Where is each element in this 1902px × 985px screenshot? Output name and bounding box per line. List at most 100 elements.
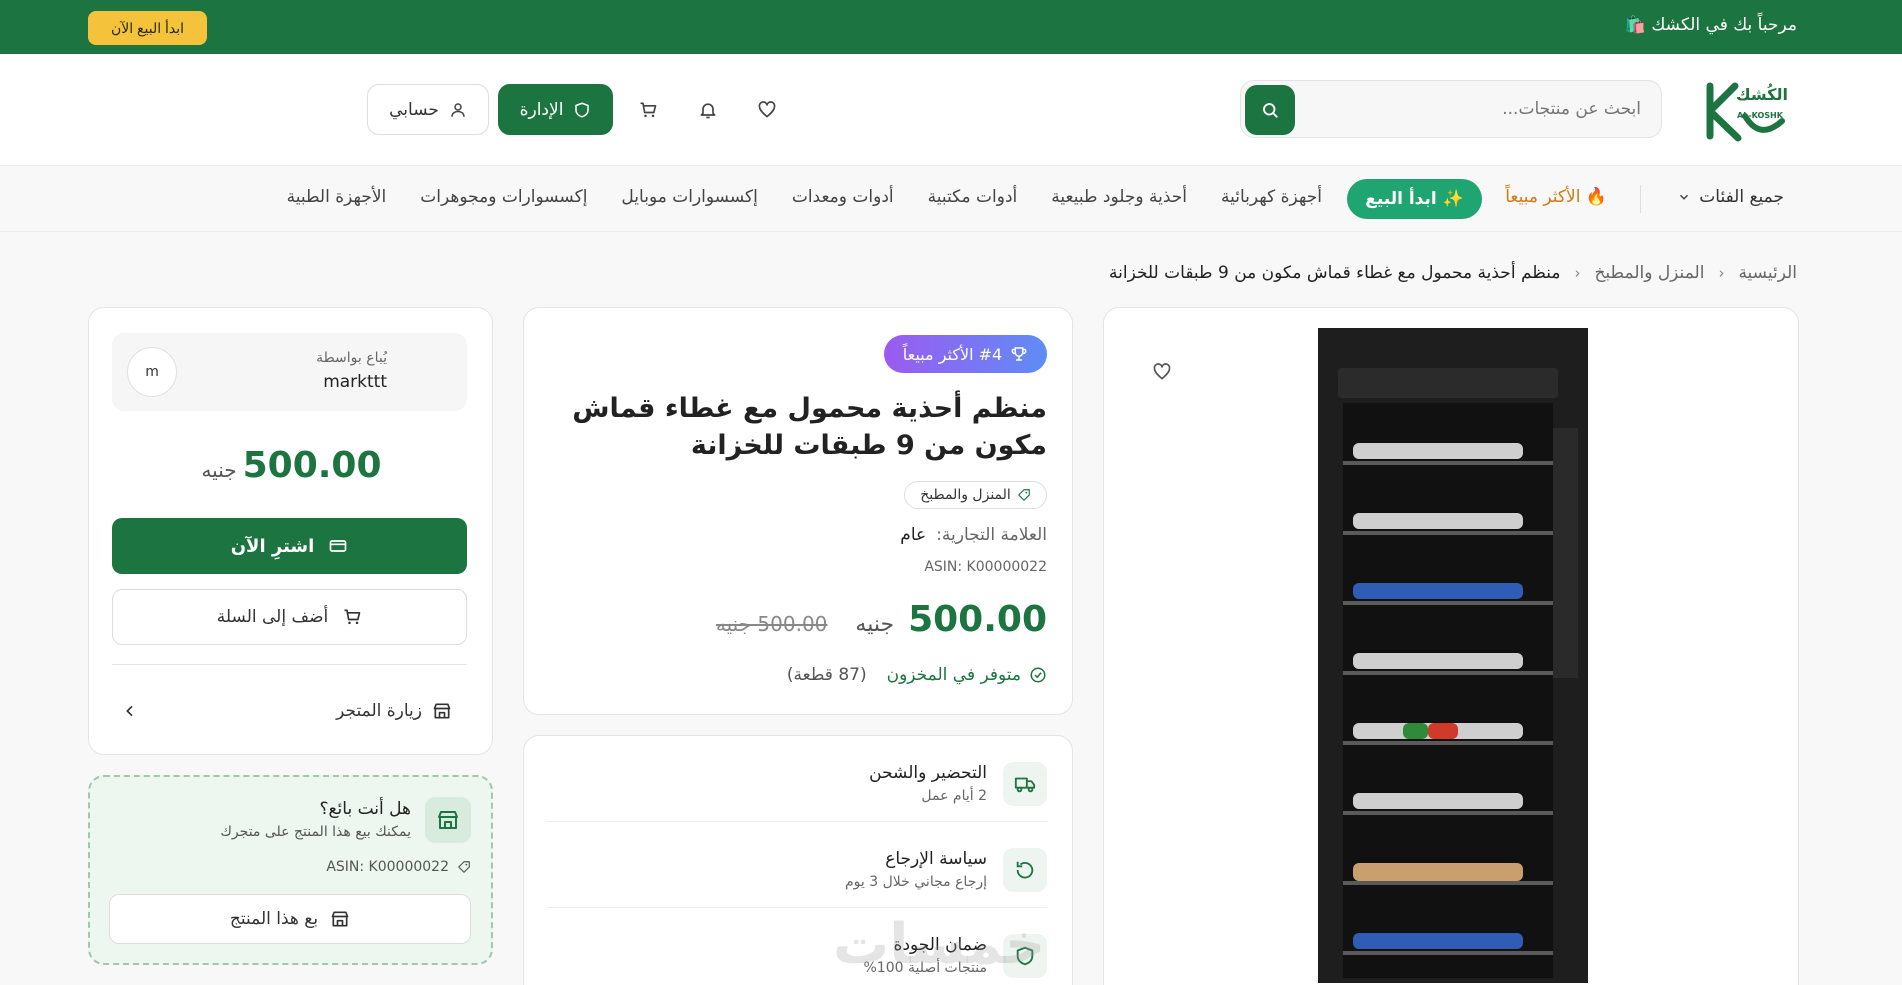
- seller-info: m يُباع بواسطة markttt: [112, 333, 467, 411]
- service-title: سياسة الإرجاع: [885, 849, 987, 869]
- heart-icon: [758, 101, 776, 118]
- buy-now-button[interactable]: اشترِ الآن: [112, 518, 467, 574]
- nav-divider: [1640, 185, 1641, 213]
- start-selling-button[interactable]: ابدأ البيع الآن: [88, 11, 207, 45]
- brand-row: العلامة التجارية: عام: [900, 525, 1047, 545]
- logo-icon: الكُشك AL-KOSHK: [1706, 82, 1788, 142]
- breadcrumb-home[interactable]: الرئيسية: [1738, 263, 1797, 283]
- favorite-button[interactable]: [1146, 356, 1178, 388]
- buybox-divider: [112, 664, 467, 665]
- account-button[interactable]: حسابي: [367, 84, 489, 135]
- best-sellers-link[interactable]: 🔥 الأكثر مبيعاً: [1505, 187, 1607, 207]
- category-link[interactable]: أجهزة كهربائية: [1221, 187, 1322, 207]
- tag-icon: [458, 861, 470, 873]
- stock-status: متوفر في المخزون: [886, 665, 1021, 685]
- service-subtitle: 2 أيام عمل: [921, 788, 987, 804]
- search-input[interactable]: [1311, 95, 1641, 123]
- truck-icon: [1003, 762, 1047, 806]
- category-link[interactable]: إكسسوارات ومجوهرات: [420, 187, 587, 207]
- category-nav: جميع الفئات 🔥 الأكثر مبيعاً ✨ ابدأ البيع…: [0, 166, 1902, 232]
- product-image-card: [1103, 307, 1799, 985]
- product-image[interactable]: [1308, 328, 1588, 985]
- product-title: منظم أحذية محمول مع غطاء قماش مكون من 9 …: [572, 393, 1047, 461]
- buybox-price: 500.00جنيه: [89, 445, 494, 486]
- all-categories-dropdown[interactable]: جميع الفئات: [1677, 187, 1784, 207]
- shield-icon: [575, 102, 590, 117]
- notifications-button[interactable]: [692, 94, 724, 126]
- add-to-cart-button[interactable]: أضف إلى السلة: [112, 589, 467, 645]
- stock-row: متوفر في المخزون (87 قطعة): [787, 665, 1047, 685]
- wishlist-button[interactable]: [751, 94, 783, 126]
- admin-button[interactable]: الإدارة: [498, 84, 613, 135]
- category-link[interactable]: أدوات ومعدات: [792, 187, 894, 207]
- current-price: 500.00: [908, 599, 1047, 640]
- chevron-left-icon: ‹: [1718, 264, 1725, 282]
- sell-this-product-button[interactable]: بع هذا المنتج: [109, 894, 471, 944]
- buybox-price-value: 500.00: [242, 445, 382, 486]
- add-to-cart-label: أضف إلى السلة: [216, 607, 329, 627]
- store-icon: [425, 797, 471, 843]
- visit-store-label: زيارة المتجر: [336, 701, 422, 721]
- watermark: خمسات: [833, 912, 1046, 977]
- seller-asin: ASIN: K00000022: [326, 859, 471, 875]
- category-links: أجهزة كهربائية أحذية وجلود طبيعية أدوات …: [287, 187, 1322, 207]
- category-link[interactable]: أدوات مكتبية: [928, 187, 1018, 207]
- tag-icon: [1017, 489, 1030, 501]
- product-info-card: #4 الأكثر مبيعاً منظم أحذية محمول مع غطا…: [523, 307, 1073, 715]
- category-tag[interactable]: المنزل والمطبخ: [904, 481, 1047, 509]
- logo-text-ar: الكُشك: [1736, 82, 1788, 104]
- all-categories-label: جميع الفئات: [1699, 187, 1784, 207]
- seller-name[interactable]: markttt: [323, 372, 387, 392]
- service-returns: سياسة الإرجاع إرجاع مجاني خلال 3 يوم: [547, 822, 1047, 908]
- welcome-text: مرحباً بك في الكشك 🛍️: [1624, 15, 1797, 35]
- user-icon: [451, 102, 465, 117]
- buy-now-label: اشترِ الآن: [230, 535, 315, 557]
- bestseller-rank-badge: #4 الأكثر مبيعاً: [884, 335, 1047, 373]
- currency: جنيه: [855, 612, 895, 637]
- visit-store-link[interactable]: زيارة المتجر: [112, 688, 467, 738]
- brand-value: عام: [900, 525, 927, 545]
- buybox-currency: جنيه: [201, 458, 237, 482]
- store-icon: [433, 703, 451, 719]
- credit-card-icon: [329, 540, 347, 552]
- cart-icon: [344, 609, 361, 625]
- check-circle-icon: [1030, 667, 1046, 683]
- store-icon: [331, 911, 349, 927]
- trophy-icon: [1011, 347, 1027, 361]
- cart-button[interactable]: [632, 94, 664, 126]
- asin-text: ASIN: K00000022: [924, 559, 1047, 575]
- brand-label: العلامة التجارية:: [936, 525, 1047, 545]
- logo-text-en: AL-KOSHK: [1737, 111, 1784, 120]
- search-button[interactable]: [1245, 85, 1295, 135]
- search-bar: [1240, 80, 1662, 138]
- chevron-left-icon: [126, 705, 133, 717]
- service-shipping: التحضير والشحن 2 أيام عمل: [547, 736, 1047, 822]
- start-selling-pill[interactable]: ✨ ابدأ البيع: [1347, 179, 1482, 219]
- buy-box: m يُباع بواسطة markttt 500.00جنيه اشترِ …: [88, 307, 493, 755]
- cart-icon: [640, 102, 657, 118]
- seller-question: هل أنت بائع؟: [319, 799, 411, 819]
- price-row: 500.00 جنيه 500.00 جنيه: [716, 599, 1047, 640]
- seller-cta-card: هل أنت بائع؟ يمكنك بيع هذا المنتج على مت…: [88, 775, 493, 965]
- breadcrumb-category[interactable]: المنزل والمطبخ: [1594, 263, 1704, 283]
- seller-avatar: m: [127, 347, 177, 397]
- bell-icon: [700, 103, 716, 119]
- sell-button-label: بع هذا المنتج: [229, 909, 319, 929]
- seller-description: يمكنك بيع هذا المنتج على متجرك: [220, 824, 411, 840]
- badge-label: #4 الأكثر مبيعاً: [902, 344, 1003, 364]
- search-icon: [1263, 103, 1278, 118]
- refresh-icon: [1003, 848, 1047, 892]
- service-subtitle: إرجاع مجاني خلال 3 يوم: [845, 874, 987, 890]
- category-link[interactable]: أحذية وجلود طبيعية: [1051, 187, 1187, 207]
- seller-asin-text: ASIN: K00000022: [326, 859, 449, 875]
- account-label: حسابي: [389, 99, 439, 120]
- heart-icon: [1153, 363, 1171, 380]
- breadcrumb: الرئيسية ‹ المنزل والمطبخ ‹ منظم أحذية م…: [1109, 263, 1797, 283]
- chevron-down-icon: [1680, 194, 1689, 200]
- top-bar: مرحباً بك في الكشك 🛍️ ابدأ البيع الآن: [0, 0, 1902, 54]
- logo[interactable]: الكُشك AL-KOSHK: [1700, 76, 1790, 146]
- header: الكُشك AL-KOSHK الإدارة حسابي: [0, 54, 1902, 166]
- category-link[interactable]: الأجهزة الطبية: [287, 187, 387, 207]
- category-link[interactable]: إكسسوارات موبايل: [621, 187, 757, 207]
- sold-by-label: يُباع بواسطة: [316, 350, 387, 366]
